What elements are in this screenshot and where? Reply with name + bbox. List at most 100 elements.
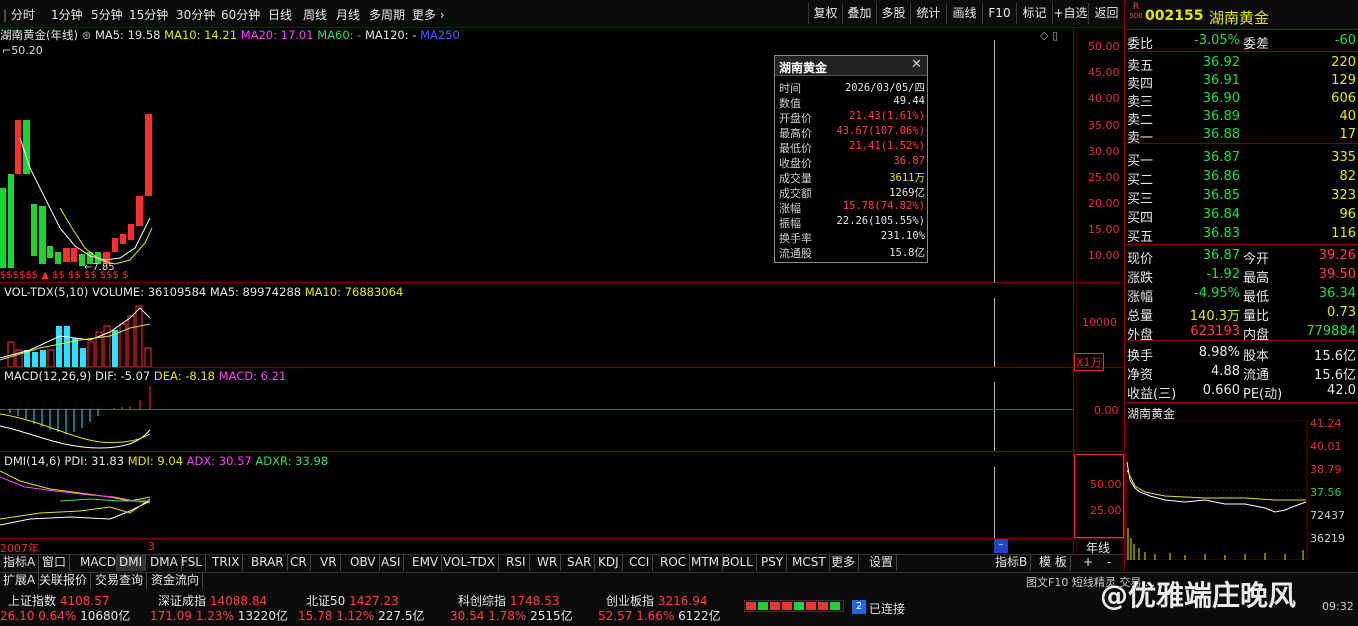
period-30min[interactable]: 30分钟 — [176, 6, 215, 23]
template-tab[interactable]: 模 板 — [1036, 554, 1071, 571]
stats-button[interactable]: 统计 — [910, 3, 946, 24]
order-ratio-row: 委比 -3.05% 委差 -60 — [1127, 33, 1356, 52]
dmi-title: DMI(14,6) PDI: 31.83 MDI: 9.04 ADX: 30.5… — [4, 454, 329, 468]
tab-emv[interactable]: EMV — [409, 554, 443, 571]
macd-histogram-up — [113, 386, 151, 409]
f10-button[interactable]: F10 — [982, 3, 1016, 24]
axis-end: 3 — [148, 540, 155, 553]
tab-mtm[interactable]: MTM — [688, 554, 724, 571]
popup-row-value: 49.44 — [893, 95, 925, 107]
tab-obv[interactable]: OBV — [347, 554, 380, 571]
tab-asi[interactable]: ASI — [378, 554, 405, 571]
popup-row-label: 流通股 — [779, 247, 812, 260]
vol-bar — [64, 326, 70, 367]
tab-related-quotes[interactable]: 关联报价 — [36, 572, 92, 589]
popup-row: 开盘价 21.43(1.61%) — [779, 110, 925, 125]
bid-row[interactable]: 买四 36.84 96 — [1125, 206, 1358, 226]
stat-row: 涨幅 -4.95% 最低 36.34 — [1127, 286, 1356, 305]
ask-row[interactable]: 卖五 36.92 220 — [1125, 54, 1358, 74]
kline-info-popup[interactable]: 湖南黄金 ✕ 时间 2026/03/05/四 数值 49.44 开盘价 21.43(1.6… — [774, 55, 928, 263]
popup-row: 收盘价 36.87 — [779, 155, 925, 170]
period-15min[interactable]: 15分钟 — [129, 6, 168, 23]
fundamental-row: 换手 8.98% 股本 15.6亿 — [1127, 345, 1356, 364]
popup-row-value: 22.26(105.55%) — [836, 215, 925, 227]
tab-wr[interactable]: WR — [534, 554, 562, 571]
tab-trix[interactable]: TRIX — [209, 554, 244, 571]
tab-boll[interactable]: BOLL — [719, 554, 757, 571]
period-60min[interactable]: 60分钟 — [221, 6, 260, 23]
tab-roc[interactable]: ROC — [657, 554, 691, 571]
multi-stock-button[interactable]: 多股 — [876, 3, 910, 24]
period-month[interactable]: 月线 — [336, 6, 360, 23]
period-toolbar: | 分时 1分钟 5分钟 15分钟 30分钟 60分钟 日线 周线 月线 多周期… — [0, 0, 1124, 28]
tab-dmi[interactable]: DMI — [116, 554, 147, 571]
overlay-button[interactable]: 叠加 — [842, 3, 876, 24]
bid-row[interactable]: 买三 36.85 323 — [1125, 187, 1358, 207]
tab-vr[interactable]: VR — [317, 554, 341, 571]
tab-sar[interactable]: SAR — [564, 554, 596, 571]
tab-fund-flow[interactable]: 资金流向 — [148, 572, 204, 589]
popup-row-label: 收盘价 — [779, 157, 812, 170]
tab-macd[interactable]: MACD — [77, 554, 120, 571]
bid-row[interactable]: 买一 36.87 335 — [1125, 149, 1358, 169]
tab-mcst[interactable]: MCST — [789, 554, 830, 571]
ask-row[interactable]: 卖二 36.89 40 — [1125, 108, 1358, 128]
intraday-chart[interactable] — [1125, 420, 1308, 560]
cursor-date-marker: – — [994, 539, 1008, 553]
price-line — [1126, 461, 1307, 513]
index-change: 171.09 1.23% 13220亿 — [150, 609, 288, 623]
popup-row-label: 时间 — [779, 82, 801, 95]
tab-设置[interactable]: 设置 — [866, 554, 898, 571]
bid-row[interactable]: 买二 36.86 82 — [1125, 168, 1358, 188]
period-more[interactable]: 更多 › — [412, 6, 445, 23]
period-day[interactable]: 日线 — [268, 6, 292, 23]
tab-kdj[interactable]: KDJ — [595, 554, 623, 571]
tab-brar[interactable]: BRAR — [248, 554, 288, 571]
tab-窗口[interactable]: 窗口 — [39, 554, 71, 571]
intraday-volume — [1127, 528, 1304, 560]
tab-cci[interactable]: CCI — [626, 554, 654, 571]
popup-row: 成交量 3611万 — [779, 170, 925, 185]
popup-row: 成交额 1269亿 — [779, 185, 925, 200]
popup-row: 时间 2026/03/05/四 — [779, 80, 925, 95]
tab-rsi[interactable]: RSI — [503, 554, 530, 571]
period-multi[interactable]: 多周期 — [369, 6, 405, 23]
tab-trade-query[interactable]: 交易查询 — [92, 572, 148, 589]
period-5min[interactable]: 5分钟 — [91, 6, 123, 23]
chevron-right-icon: › — [439, 8, 445, 22]
tab-psy[interactable]: PSY — [758, 554, 788, 571]
back-button[interactable]: 返回 — [1088, 3, 1124, 24]
cursor-line — [994, 40, 995, 283]
mark-button[interactable]: 标记 — [1016, 3, 1052, 24]
draw-line-button[interactable]: 画线 — [946, 3, 982, 24]
tab-dma[interactable]: DMA — [147, 554, 182, 571]
chart-expand-icon[interactable]: ◇ ▯ — [1040, 29, 1058, 42]
add-watchlist-button[interactable]: +自选 — [1052, 3, 1088, 24]
tab-指标a[interactable]: 指标A — [0, 554, 40, 571]
indicator-b-tab[interactable]: 指标B — [992, 554, 1032, 571]
ask-row[interactable]: 卖四 36.91 129 — [1125, 72, 1358, 92]
candle — [39, 206, 46, 264]
bid-row[interactable]: 买五 36.83 116 — [1125, 225, 1358, 245]
volume-unit[interactable]: X1万 — [1074, 353, 1104, 371]
zoom-out-button[interactable]: - — [1104, 554, 1114, 571]
ask-row[interactable]: 卖三 36.90 606 — [1125, 90, 1358, 110]
popup-row-label: 数值 — [779, 97, 801, 110]
tab-fsl[interactable]: FSL — [178, 554, 206, 571]
zoom-in-button[interactable]: + — [1080, 554, 1096, 571]
close-icon[interactable]: ✕ — [911, 57, 922, 72]
period-1min[interactable]: 1分钟 — [51, 6, 83, 23]
ask-row[interactable]: 卖一 36.88 17 — [1125, 126, 1358, 146]
candlestick-chart[interactable]: ←7.85 $$$$$$ ▲ $$ $$ $$ $$$ $ — [0, 28, 160, 282]
candle — [31, 204, 37, 256]
popup-row-label: 涨幅 — [779, 202, 801, 215]
connection-status[interactable]: 已连接 — [869, 600, 905, 617]
period-fenshi[interactable]: | 分时 — [3, 6, 35, 23]
fuquan-button[interactable]: 复权 — [808, 3, 842, 24]
volume-title: VOL-TDX(5,10) VOLUME: 36109584 MA5: 8997… — [4, 285, 404, 299]
tab-extend-a[interactable]: 扩展A — [0, 572, 40, 589]
tab-vol-tdx[interactable]: VOL-TDX — [440, 554, 499, 571]
tab-cr[interactable]: CR — [287, 554, 311, 571]
tab-更多[interactable]: 更多 — [828, 554, 860, 571]
period-week[interactable]: 周线 — [303, 6, 327, 23]
